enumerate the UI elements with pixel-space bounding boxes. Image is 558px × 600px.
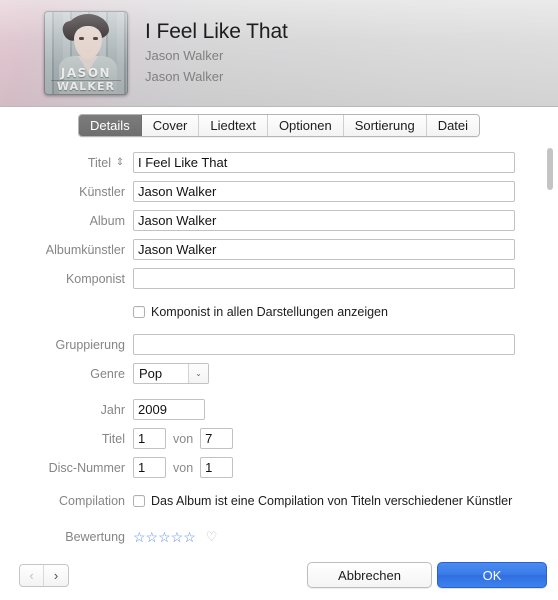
row-komponist: Komponist (0, 267, 558, 290)
tab-details[interactable]: Details (78, 114, 142, 136)
rating-stars[interactable]: ☆☆☆☆☆ (133, 530, 196, 544)
row-bewertung: Bewertung ☆☆☆☆☆ ♡ (0, 525, 558, 548)
komponist-checkbox-group[interactable]: Komponist in allen Darstellungen anzeige… (133, 305, 388, 319)
row-discnummer: Disc-Nummer von (0, 456, 558, 479)
scrollbar-thumb[interactable] (547, 148, 553, 190)
album-artwork[interactable]: JASON WALKER (44, 11, 128, 95)
jahr-label: Jahr (100, 402, 125, 417)
genre-label: Genre (90, 366, 125, 381)
rating-control[interactable]: ☆☆☆☆☆ ♡ (133, 530, 217, 544)
record-navigation: ‹ › (19, 564, 69, 587)
tracknummer-label: Titel (101, 431, 125, 446)
tab-optionen[interactable]: Optionen (267, 114, 344, 136)
discnummer-group: von (133, 457, 234, 478)
komponist-checkbox-label: Komponist in allen Darstellungen anzeige… (151, 304, 388, 319)
tab-sortierung[interactable]: Sortierung (343, 114, 427, 136)
kuenstler-input[interactable] (133, 181, 515, 202)
header-text-block: I Feel Like That Jason Walker Jason Walk… (145, 20, 288, 85)
tab-datei[interactable]: Datei (426, 114, 480, 136)
row-komponist-checkbox: Komponist in allen Darstellungen anzeige… (0, 300, 558, 323)
next-track-button[interactable]: › (44, 565, 68, 586)
row-titel: Titel ⇕ (0, 151, 558, 174)
artwork-figure-eye-left (79, 37, 84, 40)
row-jahr: Jahr (0, 398, 558, 421)
albumkuenstler-label: Albumkünstler (45, 242, 125, 257)
tracktotal-input[interactable] (200, 428, 234, 449)
tracknummer-input[interactable] (133, 428, 166, 449)
song-title: I Feel Like That (145, 20, 288, 43)
tab-cover[interactable]: Cover (141, 114, 200, 136)
albumkuenstler-input[interactable] (133, 239, 515, 260)
row-album: Album (0, 209, 558, 232)
kuenstler-label: Künstler (79, 184, 125, 199)
heart-icon[interactable]: ♡ (206, 530, 218, 543)
discnummer-input[interactable] (133, 457, 166, 478)
album-input[interactable] (133, 210, 515, 231)
row-kuenstler: Künstler (0, 180, 558, 203)
gruppierung-label: Gruppierung (55, 337, 126, 352)
jahr-input[interactable] (133, 399, 205, 420)
cancel-button[interactable]: Abbrechen (307, 562, 432, 588)
genre-selected-value: Pop (139, 366, 163, 381)
titel-input[interactable] (133, 152, 515, 173)
titel-label-group: Titel ⇕ (0, 156, 133, 170)
song-album: Jason Walker (145, 69, 224, 85)
titel-label: Titel (87, 155, 111, 170)
ok-button[interactable]: OK (437, 562, 547, 588)
row-gruppierung: Gruppierung (0, 333, 558, 356)
row-tracknummer: Titel von (0, 427, 558, 450)
compilation-checkbox-label: Das Album ist eine Compilation von Titel… (151, 493, 513, 508)
dialog-header: JASON WALKER I Feel Like That Jason Walk… (0, 0, 558, 107)
disctotal-input[interactable] (200, 457, 234, 478)
album-label: Album (89, 213, 125, 228)
genre-select[interactable]: Pop ⌄ (133, 363, 209, 384)
tab-bar: Details Cover Liedtext Optionen Sortieru… (0, 107, 558, 143)
bewertung-label: Bewertung (65, 529, 125, 544)
discnummer-label: Disc-Nummer (48, 460, 125, 475)
komponist-label: Komponist (65, 271, 125, 286)
previous-track-button[interactable]: ‹ (20, 565, 44, 586)
compilation-checkbox[interactable] (133, 494, 145, 507)
song-artist: Jason Walker (145, 48, 224, 64)
artwork-title-line2: WALKER (56, 80, 116, 93)
artwork-figure-eye-right (93, 37, 98, 40)
dialog-footer: ‹ › Abbrechen OK (0, 549, 558, 600)
row-compilation: Compilation Das Album ist eine Compilati… (0, 489, 558, 512)
discnummer-von-label: von (173, 460, 194, 475)
details-form: Titel ⇕ Künstler Album Albumkünstler (0, 143, 558, 549)
tab-group: Details Cover Liedtext Optionen Sortieru… (77, 113, 481, 137)
row-albumkuenstler: Albumkünstler (0, 238, 558, 261)
tracknummer-group: von (133, 428, 234, 449)
tracknummer-von-label: von (173, 431, 194, 446)
form-scrollbar[interactable] (546, 148, 554, 544)
chevron-down-icon[interactable]: ⌄ (188, 364, 208, 383)
artwork-title-line1: JASON (60, 66, 112, 80)
compilation-label: Compilation (58, 493, 125, 508)
sort-toggle-icon[interactable]: ⇕ (115, 157, 125, 168)
tab-liedtext[interactable]: Liedtext (199, 114, 268, 136)
komponist-input[interactable] (133, 268, 515, 289)
row-genre: Genre Pop ⌄ (0, 362, 558, 385)
komponist-checkbox[interactable] (133, 305, 145, 318)
song-info-dialog: JASON WALKER I Feel Like That Jason Walk… (0, 0, 558, 600)
gruppierung-input[interactable] (133, 334, 515, 355)
compilation-checkbox-group[interactable]: Das Album ist eine Compilation von Titel… (133, 494, 512, 508)
